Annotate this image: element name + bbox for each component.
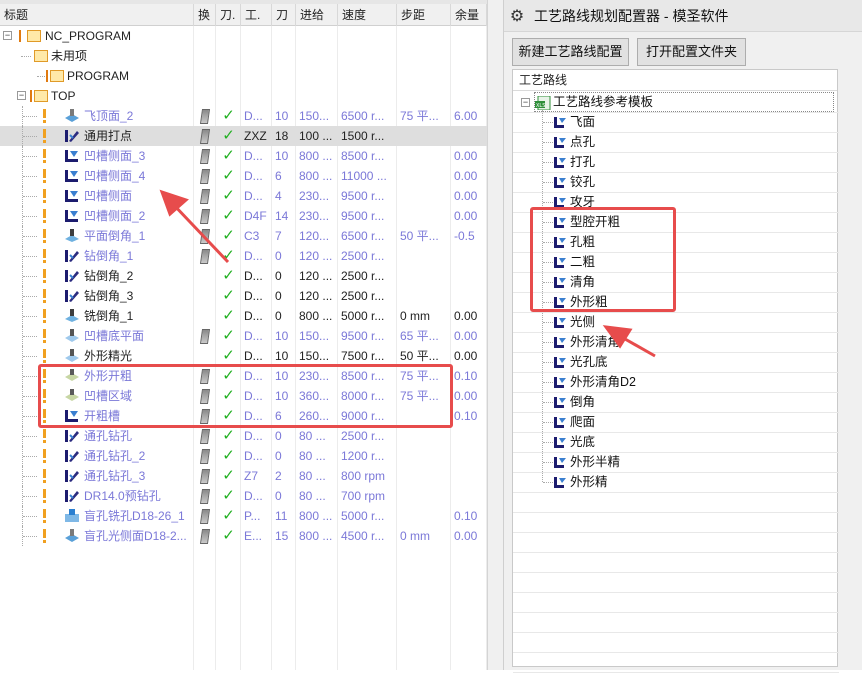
arrow-left-line (170, 201, 230, 264)
arrow-left-head (159, 189, 189, 217)
arrow-right-head (602, 325, 633, 349)
arrow-annotations (159, 189, 656, 358)
